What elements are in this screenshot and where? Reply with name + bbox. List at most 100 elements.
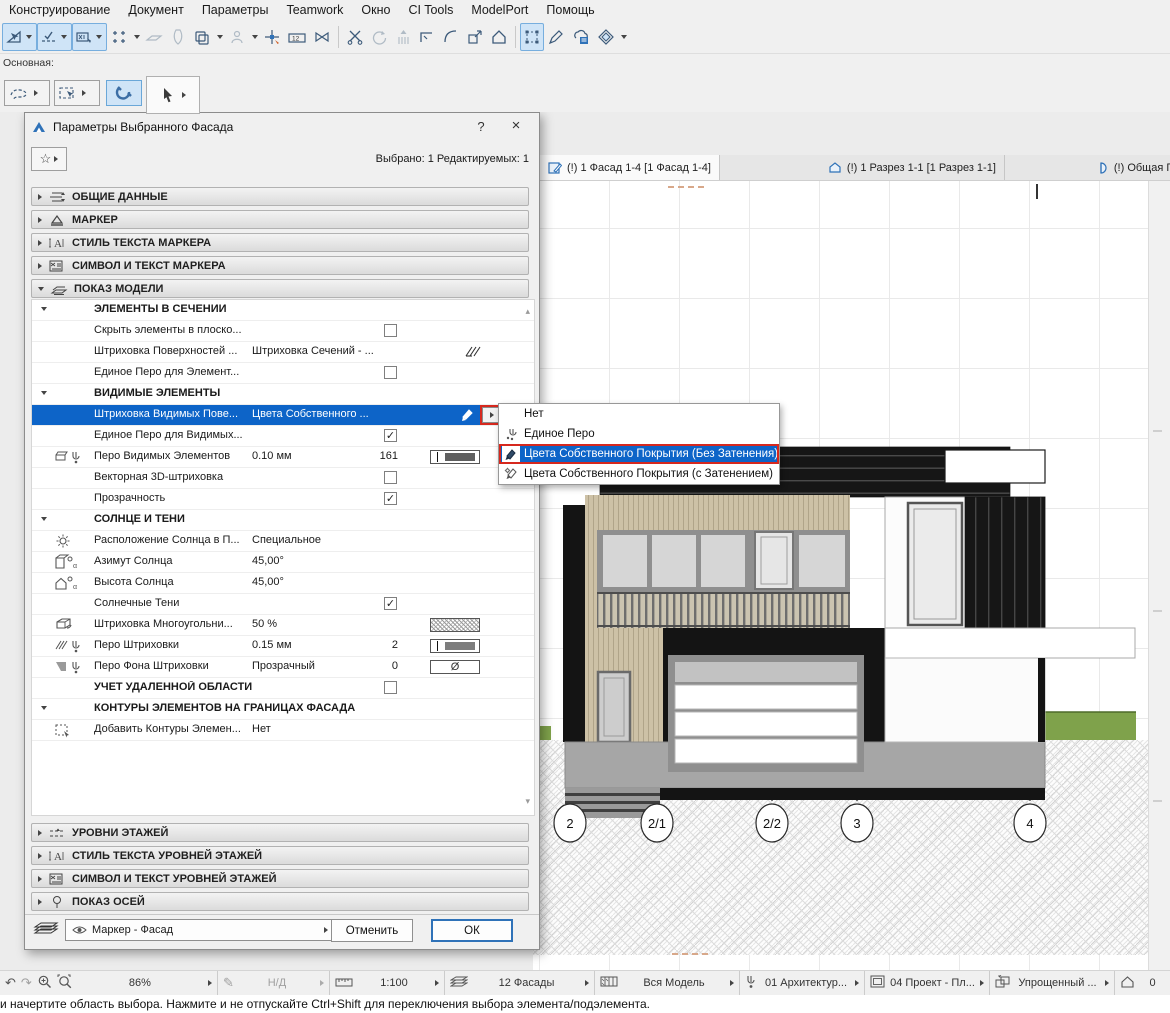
setting-row[interactable]: α Высота Солнца 45,00°: [32, 573, 534, 594]
setting-row[interactable]: Перо Фона Штриховки Прозрачный 0 Ø: [32, 657, 534, 678]
dialog-title-bar[interactable]: Параметры Выбранного Фасада: [25, 113, 539, 141]
section-story-level-text-style[interactable]: A СТИЛЬ ТЕКСТА УРОВНЕЙ ЭТАЖЕЙ: [31, 846, 529, 865]
section-story-level-symbol-text[interactable]: СИМВОЛ И ТЕКСТ УРОВНЕЙ ЭТАЖЕЙ: [31, 869, 529, 888]
survey-point-button[interactable]: [260, 23, 284, 51]
setting-row[interactable]: Штриховка Поверхностей ... Штриховка Сеч…: [32, 342, 534, 363]
coordinate-tool-button[interactable]: [72, 23, 107, 51]
ok-button[interactable]: ОК: [431, 919, 513, 942]
section-marker-symbol-text[interactable]: СИМВОЛ И ТЕКСТ МАРКЕРА: [31, 256, 529, 275]
menu-pomosch[interactable]: Помощь: [537, 3, 603, 17]
grid-snap-dropdown[interactable]: [131, 35, 142, 39]
dimension-button[interactable]: 12: [284, 23, 310, 51]
checkbox[interactable]: ✓: [384, 429, 397, 442]
model-filter-value[interactable]: Вся Модель: [623, 977, 725, 989]
zoom-in-icon[interactable]: [37, 974, 52, 992]
layer-combo[interactable]: Маркер - Фасад: [65, 919, 335, 941]
setting-row[interactable]: Перо Видимых Элементов 0.10 мм 161: [32, 447, 534, 468]
overrides-value[interactable]: Упрощенный ...: [1015, 977, 1100, 989]
subsection-row[interactable]: ВИДИМЫЕ ЭЛЕМЕНТЫ: [32, 384, 534, 405]
home-view-button[interactable]: [487, 23, 511, 51]
measure-tool-button[interactable]: [37, 23, 72, 51]
section-story-levels[interactable]: УРОВНИ ЭТАЖЕЙ: [31, 823, 529, 842]
surfaces-button[interactable]: [594, 23, 618, 51]
shadow-fill-preview[interactable]: [430, 618, 480, 632]
setting-value[interactable]: Штриховка Сечений - ...: [252, 345, 377, 357]
section-model-display[interactable]: ПОКАЗ МОДЕЛИ: [31, 279, 529, 298]
coordinate-tool-dropdown[interactable]: [93, 35, 104, 39]
section-marker-text-style[interactable]: A СТИЛЬ ТЕКСТА МАРКЕРА: [31, 233, 529, 252]
setting-row[interactable]: Перо Штриховки 0.15 мм 2: [32, 636, 534, 657]
subsection-row[interactable]: КОНТУРЫ ЭЛЕМЕНТОВ НА ГРАНИЦАХ ФАСАДА: [32, 699, 534, 720]
overrides-arrow[interactable]: [1105, 980, 1109, 986]
annotation-cloud-button[interactable]: [568, 23, 594, 51]
pen-preview[interactable]: [430, 639, 480, 653]
scale-value[interactable]: 1:100: [358, 977, 430, 989]
trim-button[interactable]: [415, 23, 439, 51]
setting-row[interactable]: Прозрачность ✓: [32, 489, 534, 510]
pen-thickness[interactable]: 0.15 мм: [252, 639, 377, 651]
view-settings-arrow[interactable]: [980, 980, 984, 986]
layer-menu-arrow[interactable]: [585, 980, 589, 986]
layer-value[interactable]: 12 Фасады: [473, 977, 580, 989]
pen-thickness[interactable]: 0.10 мм: [252, 450, 377, 462]
scale-menu-arrow[interactable]: [435, 980, 439, 986]
checkbox[interactable]: [384, 366, 397, 379]
setting-row[interactable]: Штриховка Многоугольни... 50 %: [32, 615, 534, 636]
rect-marquee-button[interactable]: [54, 80, 100, 106]
stretch-button[interactable]: [310, 23, 334, 51]
setting-value[interactable]: Цвета Собственного ...: [252, 408, 377, 420]
section-grid-display[interactable]: ПОКАЗ ОСЕЙ: [31, 892, 529, 911]
tab-elevation-1-4[interactable]: (!) 1 Фасад 1-4 [1 Фасад 1-4]: [540, 155, 720, 180]
pen-number[interactable]: 2: [362, 639, 398, 651]
setting-value[interactable]: 50 %: [252, 618, 377, 630]
menu-dokument[interactable]: Документ: [119, 3, 192, 17]
measure-tool-dropdown[interactable]: [58, 35, 69, 39]
checkbox[interactable]: [384, 324, 397, 337]
fillet-button[interactable]: [439, 23, 463, 51]
tab-section-1-1[interactable]: (!) 1 Разрез 1-1 [1 Разрез 1-1]: [820, 155, 1005, 180]
menu-konstruirovanie[interactable]: Конструирование: [0, 3, 119, 17]
checkbox[interactable]: [384, 681, 397, 694]
arrow-tool-dropdown[interactable]: [23, 35, 34, 39]
setting-value[interactable]: 45,00°: [252, 576, 377, 588]
view-settings-value[interactable]: 04 Проект - Пл...: [890, 977, 975, 989]
setting-row[interactable]: Солнечные Тени ✓: [32, 594, 534, 615]
pen-preview[interactable]: [430, 450, 480, 464]
scroll-up-icon[interactable]: ▴: [525, 306, 530, 317]
setting-row[interactable]: Векторная 3D-штриховка: [32, 468, 534, 489]
menu-ci-tools[interactable]: CI Tools: [399, 3, 462, 17]
checkbox[interactable]: ✓: [384, 492, 397, 505]
split-button[interactable]: [343, 23, 367, 51]
setting-row[interactable]: Добавить Контуры Элемен... Нет: [32, 720, 534, 741]
zoom-fit-icon[interactable]: [57, 974, 72, 992]
drawing-canvas[interactable]: 2 2/1 2/2 3 4: [533, 180, 1170, 970]
null-pen-preview[interactable]: Ø: [430, 660, 480, 674]
setting-value[interactable]: 45,00°: [252, 555, 377, 567]
setting-row-selected[interactable]: Штриховка Видимых Пове... Цвета Собствен…: [32, 405, 534, 426]
checkbox[interactable]: [384, 471, 397, 484]
frames-dropdown[interactable]: [214, 35, 225, 39]
menu-modelport[interactable]: ModelPort: [462, 3, 537, 17]
zoom-level[interactable]: 86%: [77, 977, 203, 989]
menu-parametry[interactable]: Параметры: [193, 3, 278, 17]
popup-item-own-colors-shaded[interactable]: Цвета Собственного Покрытия (с Затенение…: [499, 464, 779, 484]
resize-button[interactable]: [463, 23, 487, 51]
undo-icon[interactable]: ↶: [5, 975, 16, 991]
tab-3d-view[interactable]: (!) Общая Пе: [1087, 155, 1170, 180]
pen-set-arrow[interactable]: [855, 980, 859, 986]
setting-row[interactable]: Единое Перо для Видимых... ✓: [32, 426, 534, 447]
checkbox[interactable]: ✓: [384, 597, 397, 610]
help-button[interactable]: ?: [473, 119, 489, 134]
setting-value[interactable]: Нет: [252, 723, 377, 735]
setting-value[interactable]: Специальное: [252, 534, 377, 546]
cursor-tool-button[interactable]: [146, 76, 200, 114]
menu-okno[interactable]: Окно: [352, 3, 399, 17]
edit-pencil-button[interactable]: [544, 23, 568, 51]
profile-dropdown[interactable]: [249, 35, 260, 39]
pen-number[interactable]: 161: [362, 450, 398, 462]
pen-set-value[interactable]: 01 Архитектур...: [762, 977, 850, 989]
popup-item-uniform-pen[interactable]: Единое Перо: [499, 424, 779, 444]
setting-row[interactable]: α Азимут Солнца 45,00°: [32, 552, 534, 573]
pen-number[interactable]: 0: [362, 660, 398, 672]
frames-button[interactable]: [190, 23, 214, 51]
